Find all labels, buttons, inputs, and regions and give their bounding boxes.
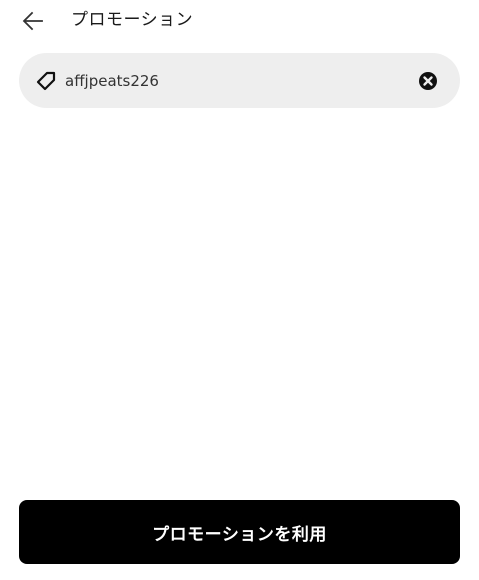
page-title: プロモーション bbox=[71, 10, 194, 30]
apply-promotion-button[interactable]: プロモーションを利用 bbox=[19, 500, 460, 564]
clear-button[interactable] bbox=[417, 70, 439, 92]
arrow-left-icon bbox=[22, 11, 43, 31]
tag-icon bbox=[36, 71, 56, 91]
promo-code-input[interactable] bbox=[65, 68, 395, 94]
header: プロモーション bbox=[0, 0, 479, 42]
back-button[interactable] bbox=[18, 6, 48, 36]
apply-promotion-label: プロモーションを利用 bbox=[152, 524, 327, 545]
promotion-screen: プロモーション プロモーションを利用 bbox=[0, 0, 479, 580]
promo-code-field[interactable] bbox=[19, 53, 460, 108]
clear-circle-x-icon bbox=[419, 72, 437, 90]
